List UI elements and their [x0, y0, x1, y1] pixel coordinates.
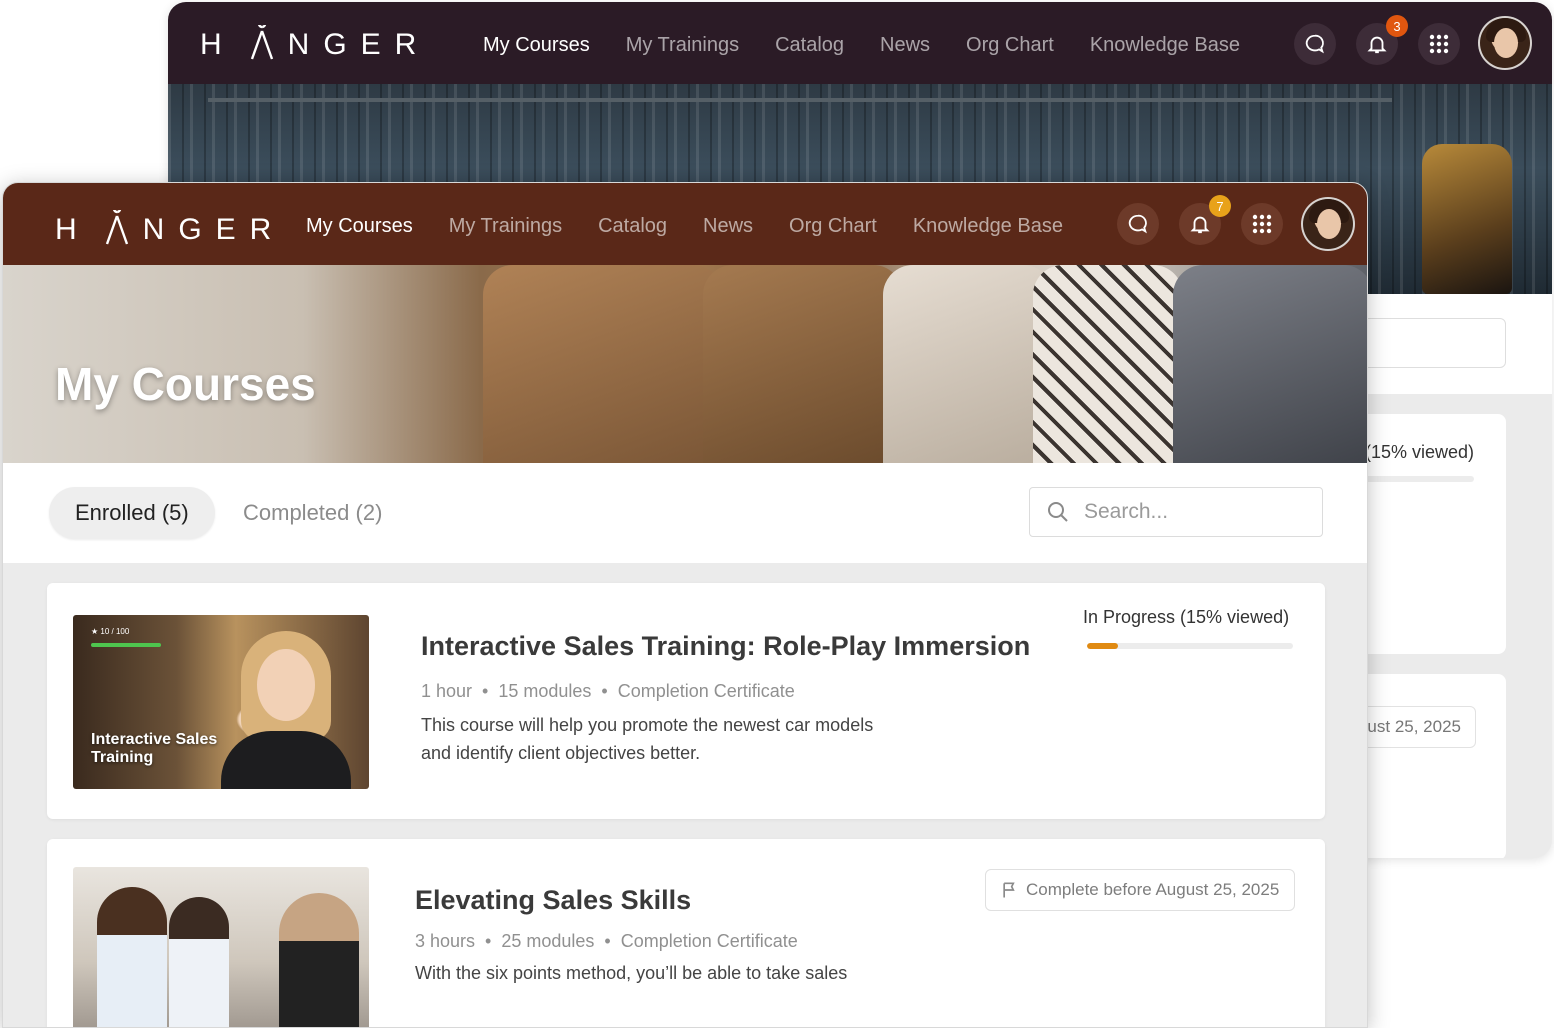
bell-icon: [1190, 216, 1210, 234]
course-meta: 1 hour • 15 modules • Completion Certifi…: [421, 681, 795, 702]
logo-a-hanger-icon: [105, 210, 129, 245]
coat-image: [883, 265, 1053, 463]
tab-completed[interactable]: Completed (2): [217, 487, 408, 539]
meta-separator: •: [601, 681, 608, 701]
nav-org-chart[interactable]: Org Chart: [789, 215, 877, 238]
chat-icon: [1128, 214, 1147, 234]
nav-my-trainings[interactable]: My Trainings: [449, 215, 562, 238]
bell-icon: [1367, 36, 1387, 54]
course-thumbnail[interactable]: [73, 867, 369, 1027]
search-box[interactable]: [1029, 487, 1323, 537]
nav-my-courses[interactable]: My Courses: [306, 215, 413, 274]
due-date-text: Complete before August 25, 2025: [1026, 880, 1280, 899]
course-status: In Progress (15% viewed): [1083, 607, 1290, 627]
back-user-avatar[interactable]: [1478, 16, 1532, 70]
meta-separator: •: [604, 931, 611, 951]
thumb-score: ★ 10 / 100: [91, 627, 130, 636]
thumb-score-bar: [91, 643, 161, 647]
back-notifications-button[interactable]: 3: [1356, 15, 1408, 65]
course-thumbnail[interactable]: ★ 10 / 100 Interactive Sales Training: [73, 615, 369, 789]
back-nav-my-courses[interactable]: My Courses: [483, 34, 590, 91]
instructor-face: [257, 649, 315, 721]
course-progress-fill: [1087, 643, 1118, 649]
thumb-person: [279, 893, 359, 1027]
course-description: With the six points method, you’ll be ab…: [415, 963, 848, 983]
course-title[interactable]: Interactive Sales Training: Role-Play Im…: [421, 631, 1030, 662]
course-progress-bar: [1087, 643, 1293, 649]
tab-enrolled[interactable]: Enrolled (5): [49, 487, 215, 539]
nav-news[interactable]: News: [703, 215, 753, 238]
logo-letter-h: H: [55, 213, 91, 246]
flag-icon: [1003, 882, 1015, 898]
course-card[interactable]: ★ 10 / 100 Interactive Sales Training In…: [47, 583, 1325, 819]
page-title: My Courses: [55, 358, 316, 410]
back-progress-status: (15% viewed): [1364, 442, 1474, 462]
notification-badge: 7: [1209, 195, 1231, 217]
course-description: This course will help you promote the ne…: [421, 715, 874, 763]
course-certificate: Completion Certificate: [620, 931, 798, 951]
coat-image: [703, 265, 903, 463]
course-toolbar: Enrolled (5) Completed (2): [3, 463, 1367, 563]
front-brand-logo[interactable]: H NGER: [55, 210, 286, 247]
apps-grid-icon: [1429, 34, 1449, 54]
avatar-face: [1494, 28, 1518, 58]
search-icon: [1048, 502, 1068, 522]
jacket-display: [1422, 144, 1512, 294]
course-certificate: Completion Certificate: [617, 681, 795, 701]
back-nav-news[interactable]: News: [880, 34, 930, 57]
thumb-person: [97, 887, 167, 1027]
thumb-person: [169, 897, 229, 1027]
due-date-pill: Complete before August 25, 2025: [985, 869, 1295, 911]
course-modules: 15 modules: [498, 681, 592, 701]
back-top-nav: H NGER My Courses My Trainings Catalog N…: [168, 2, 1552, 91]
clothing-rail: [208, 98, 1392, 102]
thumb-caption: Interactive Sales Training: [91, 731, 218, 766]
nav-knowledge-base[interactable]: Knowledge Base: [913, 215, 1063, 238]
course-modules: 25 modules: [501, 931, 595, 951]
back-nav-catalog[interactable]: Catalog: [775, 34, 844, 57]
coat-image: [483, 265, 723, 463]
logo-wordmark: NGER: [142, 213, 286, 246]
coat-image: [1173, 265, 1367, 463]
course-duration: 3 hours: [415, 931, 476, 951]
front-app-window: H NGER My Courses My Trainings Catalog N…: [2, 182, 1368, 1028]
notifications-button[interactable]: 7: [1179, 195, 1231, 245]
user-avatar[interactable]: [1301, 197, 1355, 251]
back-notification-badge: 3: [1386, 15, 1408, 37]
avatar-face: [1317, 209, 1341, 239]
back-brand-logo[interactable]: H NGER: [200, 25, 431, 62]
logo-a-hanger-icon: [250, 25, 274, 60]
front-top-nav: H NGER My Courses My Trainings Catalog N…: [3, 183, 1367, 274]
logo-wordmark: NGER: [287, 28, 431, 61]
course-meta: 3 hours • 25 modules • Completion Certif…: [415, 931, 798, 952]
nav-catalog[interactable]: Catalog: [598, 215, 667, 238]
chat-icon: [1305, 34, 1324, 54]
apps-grid-icon: [1252, 214, 1272, 234]
back-chat-button[interactable]: [1294, 23, 1336, 65]
back-nav-knowledge-base[interactable]: Knowledge Base: [1090, 34, 1240, 57]
meta-separator: •: [482, 681, 489, 701]
course-title[interactable]: Elevating Sales Skills: [415, 885, 691, 916]
course-duration: 1 hour: [421, 681, 473, 701]
coat-image: [1033, 265, 1183, 463]
chat-button[interactable]: [1117, 203, 1159, 245]
course-card[interactable]: Elevating Sales Skills 3 hours • 25 modu…: [47, 839, 1325, 1027]
apps-button[interactable]: [1241, 203, 1283, 245]
instructor-body: [221, 731, 351, 789]
search-input[interactable]: [1084, 500, 1304, 524]
front-nav-links: My Courses My Trainings Catalog News Org…: [306, 215, 1063, 274]
meta-separator: •: [485, 931, 492, 951]
hero-banner: My Courses: [3, 265, 1367, 463]
back-nav-my-trainings[interactable]: My Trainings: [626, 34, 739, 57]
logo-letter-h: H: [200, 28, 236, 61]
back-apps-button[interactable]: [1418, 23, 1460, 65]
back-nav-org-chart[interactable]: Org Chart: [966, 34, 1054, 57]
back-nav-links: My Courses My Trainings Catalog News Org…: [483, 34, 1240, 91]
instructor-photo: [221, 631, 351, 789]
